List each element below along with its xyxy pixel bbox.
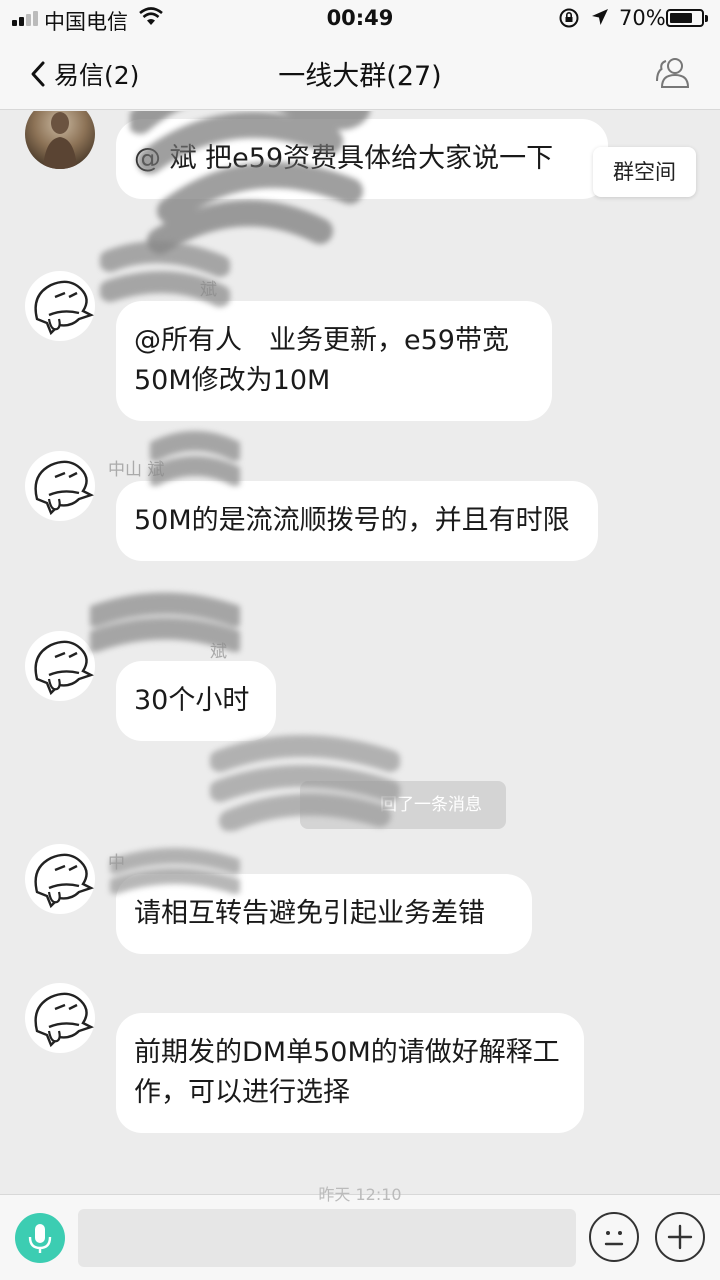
group-members-icon[interactable] xyxy=(654,54,692,92)
cartoon-face-icon xyxy=(34,992,95,1048)
more-button[interactable] xyxy=(655,1212,705,1262)
status-time: 00:49 xyxy=(326,6,394,30)
message-bubble[interactable]: 50M的是流流顺拨号的，并且有时限 xyxy=(116,481,598,561)
plus-icon xyxy=(667,1224,693,1250)
battery-icon xyxy=(666,9,708,27)
rotation-lock-icon xyxy=(559,8,579,28)
message-input[interactable] xyxy=(78,1209,576,1267)
message-timestamp: 昨天 12:10 xyxy=(318,1185,402,1204)
chat-list[interactable]: @ 斌 把e59资费具体给大家说一下 斌 @所有人 业务更新，e59带宽50M修… xyxy=(0,111,720,1194)
emoji-button[interactable] xyxy=(589,1212,639,1262)
message-text: 前期发的DM单50M的请做好解释工作，可以进行选择 xyxy=(134,1037,560,1108)
cartoon-face-icon xyxy=(34,280,95,336)
group-space-button[interactable]: 群空间 xyxy=(593,147,696,197)
system-notice: 回了一条消息 xyxy=(300,781,506,829)
cartoon-face-icon xyxy=(34,640,95,696)
avatar[interactable] xyxy=(25,983,95,1053)
sender-name: 斌 xyxy=(200,280,217,300)
sender-name: 斌 xyxy=(210,642,227,662)
voice-button[interactable] xyxy=(15,1213,65,1263)
message-bubble[interactable]: 前期发的DM单50M的请做好解释工作，可以进行选择 xyxy=(116,1013,584,1133)
avatar[interactable] xyxy=(25,631,95,701)
microphone-icon xyxy=(28,1224,52,1253)
message-text: 50M的是流流顺拨号的，并且有时限 xyxy=(134,505,570,536)
nav-bar: 易信(2) 一线大群(27) xyxy=(0,36,720,110)
location-arrow-icon xyxy=(592,9,608,25)
sender-name: 中 xyxy=(108,853,125,873)
cartoon-face-icon xyxy=(34,460,95,516)
cartoon-face-icon xyxy=(34,853,95,909)
sender-name: 中山 斌 xyxy=(108,460,165,480)
message-bubble[interactable]: @所有人 业务更新，e59带宽50M修改为10M xyxy=(116,301,552,421)
avatar[interactable] xyxy=(25,111,95,169)
avatar[interactable] xyxy=(25,844,95,914)
message-text: 30个小时 xyxy=(134,685,250,716)
message-text: @ 斌 把e59资费具体给大家说一下 xyxy=(134,143,554,174)
page-title: 一线大群(27) xyxy=(278,61,442,92)
message-bubble[interactable]: @ 斌 把e59资费具体给大家说一下 xyxy=(116,119,608,199)
input-bar: 昨天 12:10 xyxy=(0,1185,720,1280)
message-text: 请相互转告避免引起业务差错 xyxy=(134,898,485,929)
emoji-icon xyxy=(604,1231,624,1246)
status-bar: 中国电信 00:49 70% xyxy=(0,0,720,36)
message-bubble[interactable]: 请相互转告避免引起业务差错 xyxy=(116,874,532,954)
person-photo-icon xyxy=(43,112,77,169)
battery-percent: 70% xyxy=(619,6,666,30)
avatar[interactable] xyxy=(25,271,95,341)
message-text: @所有人 业务更新，e59带宽50M修改为10M xyxy=(134,325,509,396)
avatar[interactable] xyxy=(25,451,95,521)
message-bubble[interactable]: 30个小时 xyxy=(116,661,276,741)
